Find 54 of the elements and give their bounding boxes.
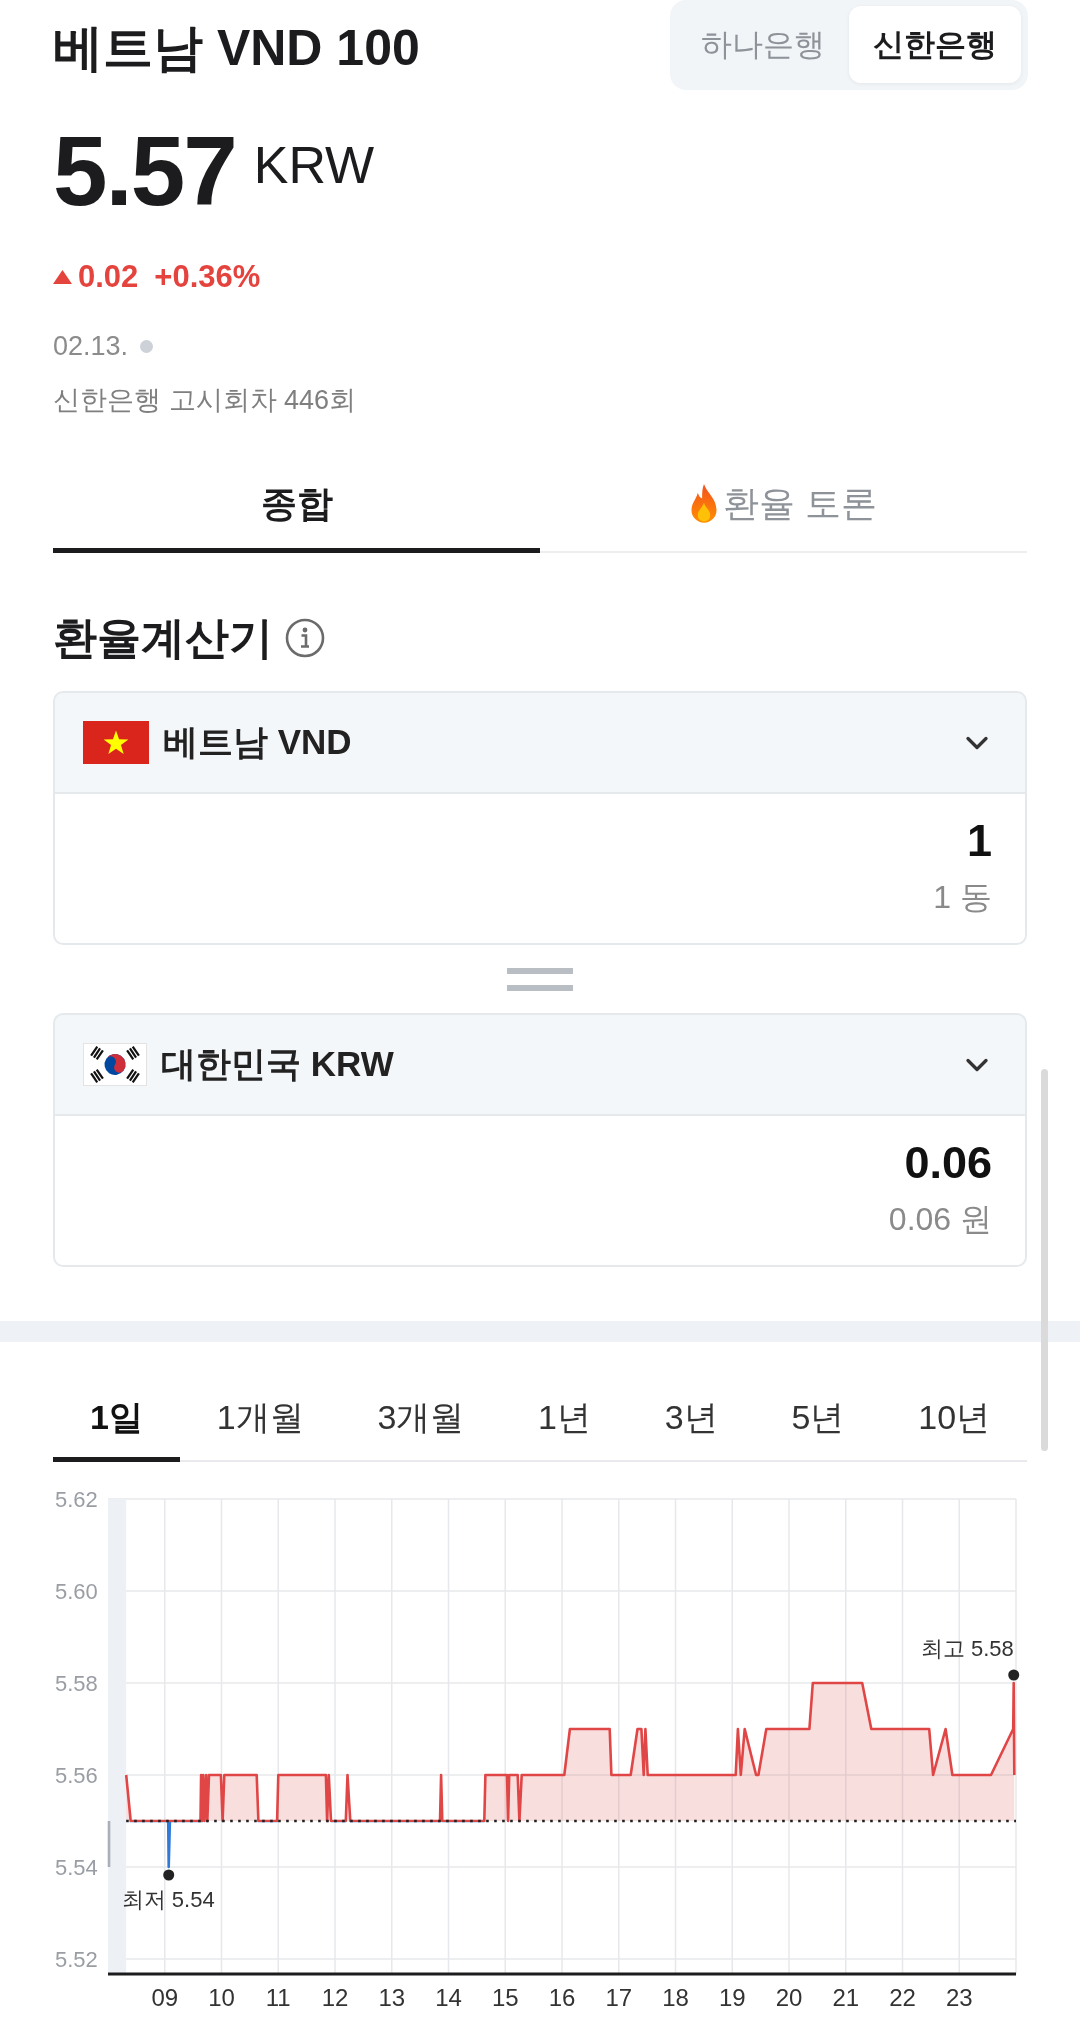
amount-field[interactable]: 1 <box>88 815 992 867</box>
y-axis-label: 5.60 <box>55 1578 98 1604</box>
calculator-title: 환율계산기 <box>53 612 273 664</box>
quote-date: 02.13. <box>53 330 129 363</box>
x-axis-label: 19 <box>718 1983 746 2011</box>
y-axis-label: 5.54 <box>55 1854 98 1880</box>
amount-in-words: 0.06 원 <box>888 1200 992 1239</box>
info-icon[interactable] <box>285 618 325 658</box>
high-label: 최고 5.58 <box>920 1635 1014 1661</box>
period-tab[interactable]: 5년 <box>754 1372 882 1462</box>
amount-field[interactable]: 0.06 <box>88 1137 992 1189</box>
y-axis-label: 5.62 <box>55 1486 98 1512</box>
x-axis-label: 20 <box>775 1983 803 2011</box>
currency-dropdown[interactable]: 대한민국 KRW <box>53 1013 1027 1116</box>
period-tab[interactable]: 1일 <box>53 1372 180 1462</box>
vietnam-flag-icon <box>83 721 149 764</box>
low-label: 최저 5.54 <box>121 1886 215 1912</box>
x-axis-label: 21 <box>832 1983 860 2011</box>
x-axis-label: 17 <box>605 1983 633 2011</box>
period-tab[interactable]: 1개월 <box>179 1372 341 1462</box>
period-tab[interactable]: 3년 <box>627 1372 755 1462</box>
x-axis-label: 09 <box>151 1983 179 2011</box>
x-axis-label: 22 <box>889 1983 916 2011</box>
x-axis-label: 15 <box>491 1983 519 2011</box>
x-axis-label: 18 <box>662 1983 689 2011</box>
x-axis-label: 23 <box>945 1983 973 2011</box>
change-percent: +0.36% <box>154 258 261 296</box>
korea-flag-icon <box>83 1043 147 1086</box>
x-axis-label: 16 <box>548 1983 576 2011</box>
bank-tab[interactable]: 신한은행 <box>849 6 1021 83</box>
x-axis-label: 14 <box>435 1983 462 2011</box>
y-axis-label: 5.52 <box>55 1946 98 1972</box>
price-value: 5.57 <box>53 121 236 221</box>
previous-day-line <box>107 1821 111 1867</box>
up-triangle-icon <box>53 270 72 284</box>
x-axis-label: 13 <box>378 1983 406 2011</box>
section-tab[interactable]: 종합 <box>53 460 540 553</box>
x-axis-label: 10 <box>208 1983 235 2011</box>
equals-icon <box>507 967 573 991</box>
change-amount: 0.02 <box>78 258 139 296</box>
x-axis-label: 12 <box>321 1983 349 2011</box>
amount-in-words: 1 동 <box>933 878 992 917</box>
marker-dot-icon <box>1008 1669 1020 1681</box>
period-tab[interactable]: 10년 <box>881 1372 1028 1462</box>
price-unit: KRW <box>253 135 375 195</box>
period-tab[interactable]: 3개월 <box>340 1372 502 1462</box>
notice-round-text: 신한은행 고시회차 446회 <box>53 384 358 417</box>
y-axis-label: 5.58 <box>55 1670 98 1696</box>
page-title: 베트남 VND 100 <box>53 20 420 76</box>
y-axis-label: 5.56 <box>55 1762 98 1788</box>
x-axis-label: 11 <box>265 1983 291 2011</box>
period-tab[interactable]: 1년 <box>501 1372 628 1462</box>
currency-dropdown[interactable]: 베트남 VND <box>53 691 1027 794</box>
marker-dot-icon <box>163 1869 175 1881</box>
